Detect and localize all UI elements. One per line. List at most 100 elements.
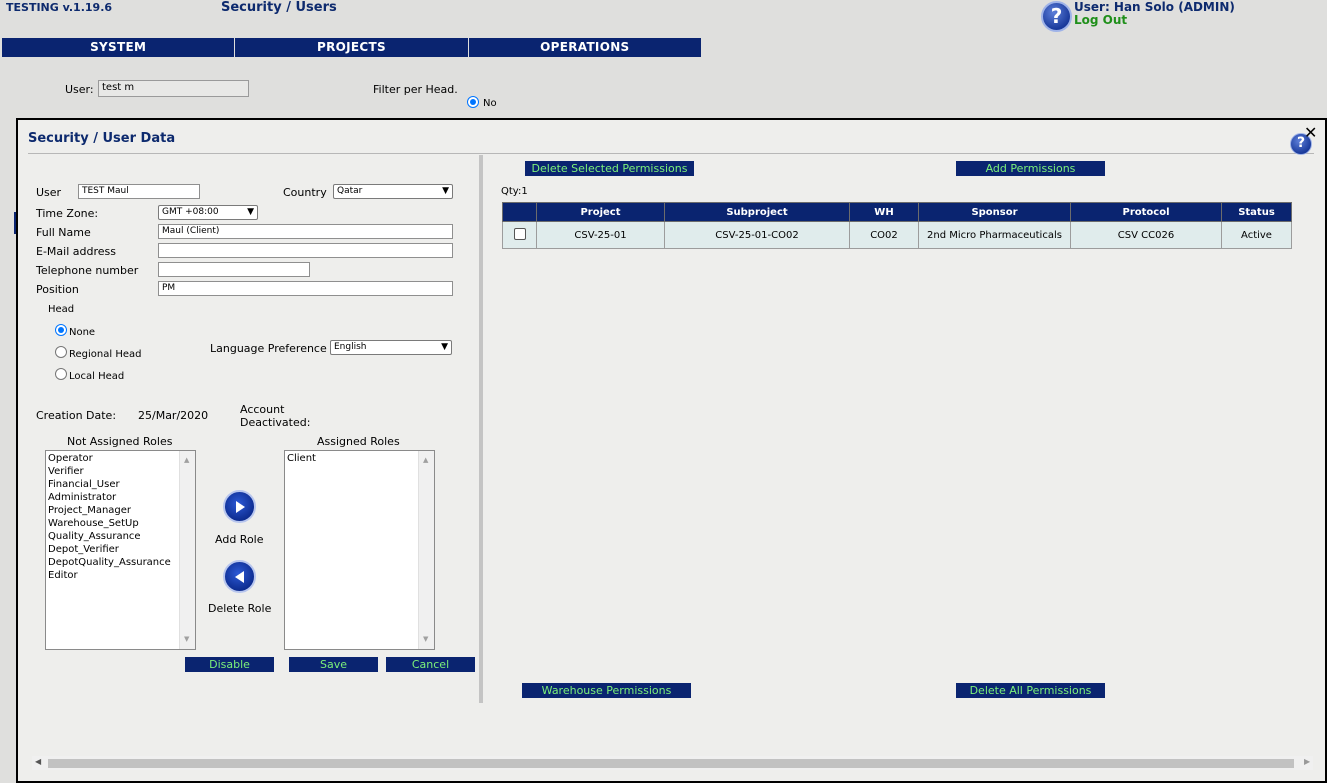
nav-item-operations[interactable]: OPERATIONS [468,38,702,57]
delete-role-button[interactable] [223,560,256,593]
cancel-button[interactable]: Cancel [386,657,475,672]
fullname-label: Full Name [36,226,91,239]
user-name-field[interactable]: TEST Maul [78,184,200,199]
assigned-roles-list[interactable]: Client ▲ ▼ [284,450,435,650]
list-item[interactable]: Warehouse_SetUp [48,517,193,530]
row-checkbox[interactable] [513,227,526,240]
user-label: User [36,186,62,199]
fullname-field[interactable]: Maul (Client) [158,224,453,239]
head-label: Head [48,304,75,315]
language-select[interactable]: English ▼ [330,340,452,355]
warehouse-permissions-button[interactable]: Warehouse Permissions [522,683,691,698]
list-item[interactable]: Quality_Assurance [48,530,193,543]
country-select[interactable]: Qatar ▼ [333,184,453,199]
close-icon[interactable]: ✕ [1304,123,1317,142]
list-item[interactable]: Client [287,452,432,465]
head-local-radio[interactable] [55,368,67,380]
cell-project: CSV-25-01 [536,221,665,249]
delete-selected-permissions-button[interactable]: Delete Selected Permissions [525,161,694,176]
head-local-label: Local Head [69,371,125,382]
email-label: E-Mail address [36,245,116,258]
list-item[interactable]: Project_Manager [48,504,193,517]
column-header-protocol[interactable]: Protocol [1070,202,1222,222]
user-data-dialog: Security / User Data ? ✕ User TEST Maul … [16,118,1327,783]
bg-user-input[interactable]: test m [98,80,249,97]
timezone-value: GMT +08:00 [162,207,219,217]
horizontal-scrollbar[interactable]: ◀ ▶ [32,756,1313,770]
cell-sponsor: 2nd Micro Pharmaceuticals [918,221,1071,249]
chevron-down-icon: ▼ [247,207,254,217]
list-item[interactable]: Depot_Verifier [48,543,193,556]
bg-user-label: User: [65,83,94,96]
head-none-label: None [69,327,96,338]
scroll-up-icon[interactable]: ▲ [184,454,189,467]
head-none-radio[interactable] [55,324,67,336]
delete-all-permissions-button[interactable]: Delete All Permissions [956,683,1105,698]
column-header-status[interactable]: Status [1221,202,1292,222]
main-nav: SYSTEM PROJECTS OPERATIONS [2,38,702,57]
position-field[interactable]: PM [158,281,453,296]
creation-date-value: 25/Mar/2020 [138,409,209,422]
scrollbar-thumb[interactable] [48,759,1294,768]
position-label: Position [36,283,79,296]
filter-no-label: No [483,98,497,109]
scroll-up-icon[interactable]: ▲ [423,454,428,467]
list-scrollbar[interactable]: ▲ ▼ [179,451,195,649]
logout-link[interactable]: Log Out [1074,13,1127,27]
table-row[interactable]: CSV-25-01 CSV-25-01-CO02 CO02 2nd Micro … [502,221,1292,249]
assigned-roles-label: Assigned Roles [317,435,400,448]
column-header-wh[interactable]: WH [849,202,919,222]
column-header-select [502,202,537,222]
country-label: Country [283,186,327,199]
scroll-right-icon[interactable]: ▶ [1304,757,1310,766]
not-assigned-roles-list[interactable]: Operator Verifier Financial_User Adminis… [45,450,196,650]
help-question-icon[interactable]: ? [1041,1,1072,32]
arrow-right-circle-icon [236,501,245,513]
dialog-title: Security / User Data [28,131,176,146]
disable-button[interactable]: Disable [185,657,274,672]
cell-subproject: CSV-25-01-CO02 [664,221,850,249]
list-item[interactable]: Financial_User [48,478,193,491]
timezone-select[interactable]: GMT +08:00 ▼ [158,205,258,220]
add-role-label: Add Role [215,533,264,546]
cell-wh: CO02 [849,221,919,249]
delete-role-label: Delete Role [208,602,272,615]
filter-no-radio[interactable] [467,96,479,108]
panel-splitter[interactable] [479,155,483,703]
list-scrollbar[interactable]: ▲ ▼ [418,451,434,649]
list-item[interactable]: Editor [48,569,193,582]
arrow-left-circle-icon [235,571,244,583]
title-divider [28,153,1314,154]
filter-per-head-label: Filter per Head. [373,83,458,96]
cell-protocol: CSV CC026 [1070,221,1222,249]
add-permissions-button[interactable]: Add Permissions [956,161,1105,176]
breadcrumb: Security / Users [221,0,337,15]
not-assigned-roles-label: Not Assigned Roles [67,435,173,448]
nav-item-system[interactable]: SYSTEM [2,38,236,57]
list-item[interactable]: DepotQuality_Assurance [48,556,193,569]
list-item[interactable]: Operator [48,452,193,465]
add-role-button[interactable] [223,490,256,523]
creation-date-label: Creation Date: [36,409,117,422]
head-regional-radio[interactable] [55,346,67,358]
list-item[interactable]: Verifier [48,465,193,478]
list-item[interactable]: Administrator [48,491,193,504]
phone-field[interactable] [158,262,310,277]
nav-item-projects[interactable]: PROJECTS [235,38,469,57]
column-header-project[interactable]: Project [536,202,665,222]
scroll-down-icon[interactable]: ▼ [184,633,189,646]
column-header-subproject[interactable]: Subproject [664,202,850,222]
email-field[interactable] [158,243,453,258]
row-checkbox-cell[interactable] [502,221,537,249]
timezone-label: Time Zone: [36,207,99,220]
column-header-sponsor[interactable]: Sponsor [918,202,1071,222]
scroll-down-icon[interactable]: ▼ [423,633,428,646]
account-deactivated-label: Account [240,403,285,416]
scroll-left-icon[interactable]: ◀ [35,757,41,766]
permissions-table: Project Subproject WH Sponsor Protocol S… [502,202,1292,249]
save-button[interactable]: Save [289,657,378,672]
account-deactivated-label-2: Deactivated: [240,416,311,429]
app-version: TESTING v.1.19.6 [6,1,113,14]
table-header-row: Project Subproject WH Sponsor Protocol S… [502,202,1292,222]
country-value: Qatar [337,186,363,196]
